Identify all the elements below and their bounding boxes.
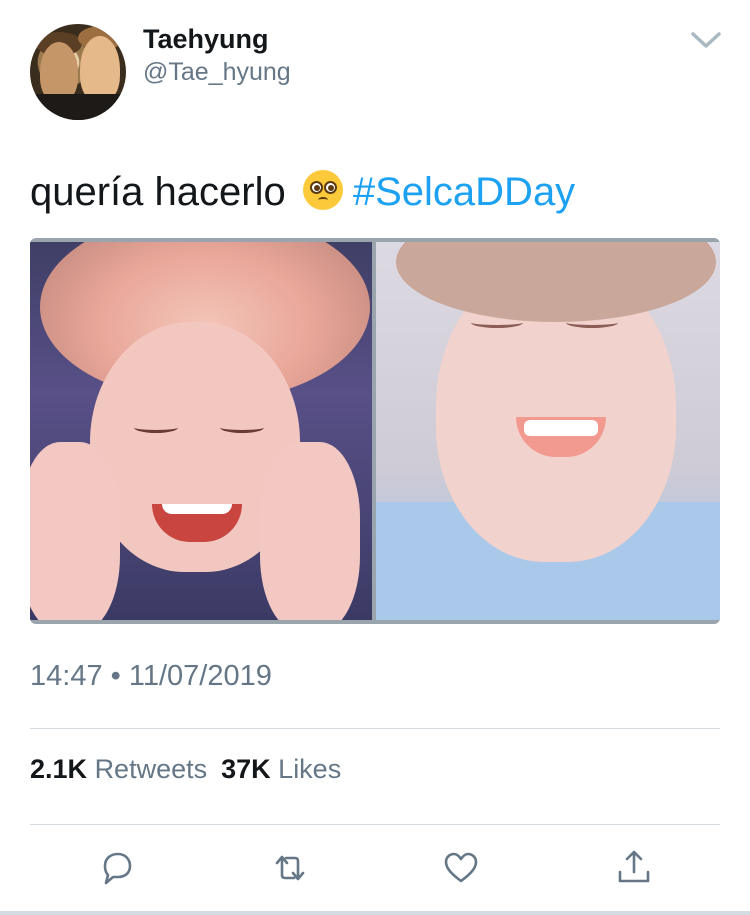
engagement-stats: 2.1K Retweets 37K Likes bbox=[30, 754, 341, 785]
tweet-text: quería hacerlo #SelcaDDay bbox=[30, 170, 575, 215]
tweet-timestamp: 14:47 • 11/07/2019 bbox=[30, 660, 272, 692]
display-name[interactable]: Taehyung bbox=[143, 24, 269, 55]
pleading-face-emoji-icon bbox=[302, 170, 343, 210]
hashtag-link[interactable]: #SelcaDDay bbox=[353, 170, 575, 214]
bottom-divider bbox=[0, 911, 750, 915]
share-icon[interactable] bbox=[614, 848, 654, 888]
media-grid bbox=[30, 238, 720, 624]
avatar[interactable] bbox=[30, 24, 126, 120]
divider bbox=[30, 728, 720, 729]
chevron-down-icon[interactable] bbox=[690, 30, 722, 50]
user-handle[interactable]: @Tae_hyung bbox=[143, 58, 291, 87]
heart-icon[interactable] bbox=[441, 848, 481, 888]
tweet-body: quería hacerlo bbox=[30, 170, 286, 214]
photo-right[interactable] bbox=[376, 242, 720, 620]
likes-count: 37K bbox=[221, 754, 271, 784]
retweets-count: 2.1K bbox=[30, 754, 88, 784]
likes-stat[interactable]: 37K Likes bbox=[221, 754, 341, 784]
retweet-icon[interactable] bbox=[270, 848, 310, 888]
likes-label: Likes bbox=[278, 754, 342, 784]
divider bbox=[30, 824, 720, 825]
reply-icon[interactable] bbox=[97, 848, 137, 888]
photo-left[interactable] bbox=[30, 242, 372, 620]
retweets-stat[interactable]: 2.1K Retweets bbox=[30, 754, 207, 784]
retweets-label: Retweets bbox=[94, 754, 208, 784]
